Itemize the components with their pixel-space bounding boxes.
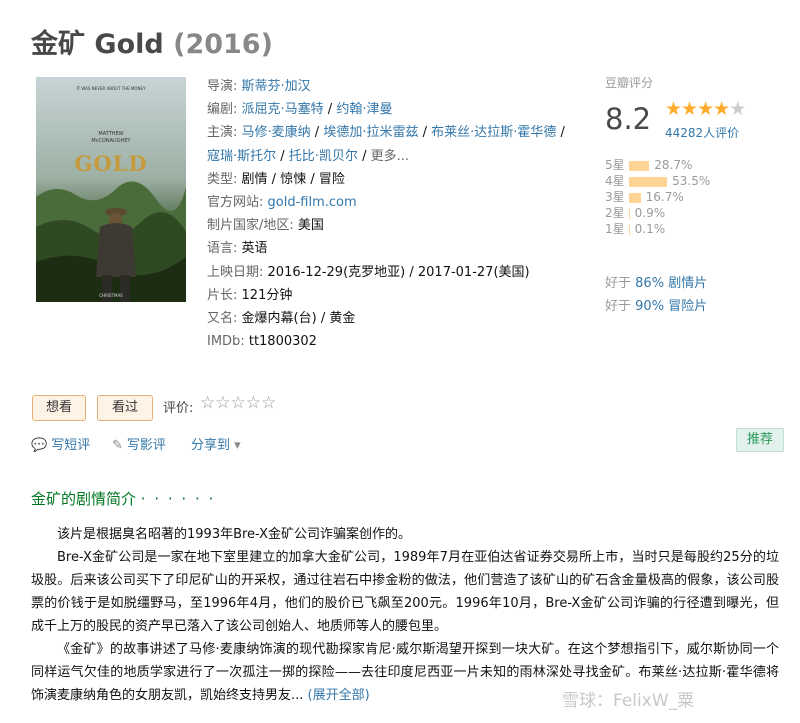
rating-score: 8.2 [605,102,652,136]
better-than-1: 好于 86% 剧情片 [605,276,708,291]
site-row: 官方网站: gold-film.com [207,195,357,211]
rating-stars: ★★★★★ [665,98,746,120]
summary-paragraph-1: 该片是根据臭名昭著的1993年Bre-X金矿公司诈骗案创作的。 [57,527,412,542]
rating-bar [628,224,630,235]
watched-button[interactable]: 看过 [97,395,153,421]
poster-image: IT WAS NEVER ABOUT THE MONEY MATTHEW McC… [36,77,186,302]
expand-all-link[interactable]: (展开全部) [308,688,370,703]
write-short-review-link[interactable]: 💬 写短评 [31,434,90,453]
runtime-row: 片长: 121分钟 [207,287,293,303]
director-link[interactable]: 斯蒂芬·加汉 [242,79,311,94]
watermark: 雪球：FelixW_粟 [562,691,695,711]
title-year: (2016) [173,29,273,60]
rating-distribution: 5星 28.7% 4星 53.5% 3星 16.7% 2星 0.9% 1星 0.1% [605,157,710,237]
recommend-button[interactable]: 推荐 [736,428,784,452]
plot-summary: 该片是根据臭名昭著的1993年Bre-X金矿公司诈骗案创作的。 Bre-X金矿公… [31,523,779,707]
want-to-watch-button[interactable]: 想看 [32,395,86,421]
cast-link-3[interactable]: 布莱丝·达拉斯·霍华德 [431,125,556,140]
rating-dist-row: 1星 0.1% [605,222,666,236]
rating-dist-row: 4星 53.5% [605,174,711,188]
release-row: 上映日期: 2016-12-29(克罗地亚) / 2017-01-27(美国) [207,264,530,280]
movie-poster[interactable]: IT WAS NEVER ABOUT THE MONEY MATTHEW McC… [36,77,186,302]
page-title: 金矿 Gold (2016) [31,22,273,61]
rating-label: 豆瓣评分 [605,76,654,90]
writer-link-1[interactable]: 派屈克·马塞特 [242,102,324,117]
rate-label: 评价: [163,401,194,416]
rating-dist-row: 5星 28.7% [605,158,693,172]
genre-3: 冒险 [318,171,345,187]
official-site-link[interactable]: gold-film.com [268,195,357,210]
writer-link-2[interactable]: 约翰·津曼 [336,102,392,117]
cast-link-2[interactable]: 埃德加·拉米雷兹 [323,125,418,140]
write-review-link[interactable]: ✎ 写影评 [112,434,166,453]
cast-link-4[interactable]: 寇瑞·斯托尔 [207,149,276,164]
chevron-down-icon: ▾ [234,438,241,453]
rating-dist-row: 2星 0.9% [605,206,666,220]
rating-count-link[interactable]: 44282人评价 [665,124,739,141]
director-row: 导演: 斯蒂芬·加汉 [207,79,311,94]
summary-heading: 金矿的剧情简介 · · · · · · [31,490,216,508]
rating-bar [628,176,668,187]
poster-tagline: IT WAS NEVER ABOUT THE MONEY [76,86,146,91]
star-icon: ★ [665,98,682,120]
aka-row: 又名: 金爆内幕(台) / 黄金 [207,311,356,327]
better-than-2: 好于 90% 冒险片 [605,299,708,314]
star-icon: ★ [697,98,714,120]
summary-paragraph-2: Bre-X金矿公司是一家在地下室里建立的加拿大金矿公司，1989年7月在亚伯达省… [31,550,779,634]
poster-title: GOLD [74,151,147,176]
cast-link-1[interactable]: 马修·麦康纳 [242,125,311,140]
rating-panel: 豆瓣评分 8.2 ★★★★★ 44282人评价 5星 28.7% 4星 53.5% … [605,74,785,314]
genre-row: 类型: 剧情 / 惊悚 / 冒险 [207,171,345,187]
pencil-icon: ✎ [112,438,123,453]
title-en: Gold [94,29,164,60]
rating-bar [628,208,630,219]
title-cn: 金矿 [31,29,85,60]
movie-info: 导演: 斯蒂芬·加汉 编剧: 派屈克·马塞特 / 约翰·津曼 主演: 马修·麦康… [207,75,582,353]
star-icon: ★ [713,98,730,120]
cast-link-5[interactable]: 托比·凯贝尔 [289,149,358,164]
cast-row: 主演: 马修·麦康纳 / 埃德加·拉米雷兹 / 布莱丝·达拉斯·霍华德 / 寇瑞… [207,125,565,164]
poster-actor-1: MATTHEW [98,131,123,137]
share-dropdown[interactable]: 分享到 ▾ [191,434,245,453]
poster-actor-2: McCONAUGHEY [91,138,131,144]
comment-icon: 💬 [31,438,48,453]
star-icon: ★ [729,98,746,120]
genre-2: 惊悚 [280,171,307,187]
star-icon: ★ [681,98,698,120]
imdb-id[interactable]: tt1800302 [249,334,317,349]
rate-stars-input[interactable]: ☆☆☆☆☆ [200,393,276,413]
imdb-row: IMDb: tt1800302 [207,334,317,350]
rating-bar [628,192,641,203]
writer-row: 编剧: 派屈克·马塞特 / 约翰·津曼 [207,102,393,118]
poster-release: CHRISTMAS [99,293,123,298]
genre-1: 剧情 [241,171,268,187]
country-row: 制片国家/地区: 美国 [207,218,324,234]
rating-bar [628,160,650,171]
better-genre-link-1[interactable]: 剧情片 [668,276,707,291]
better-genre-link-2[interactable]: 冒险片 [668,299,707,314]
cast-more-link[interactable]: 更多... [371,149,409,164]
language-row: 语言: 英语 [207,241,268,257]
rating-dist-row: 3星 16.7% [605,190,684,204]
